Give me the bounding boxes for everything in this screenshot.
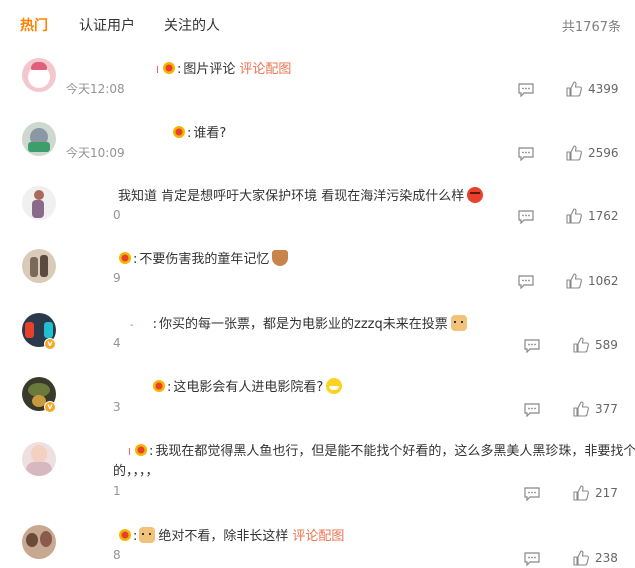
like-count: 377 <box>595 402 618 416</box>
tab-hot[interactable]: 热门 <box>20 15 48 35</box>
comment-text: 你买的每一张票，都是为电影业的zzzq未来在投票 <box>159 317 448 332</box>
doge-icon <box>450 315 467 331</box>
reply-icon[interactable] <box>524 552 540 566</box>
comment-text: 图片评论 <box>183 62 236 77</box>
comment-content: : 绝对不看，除非长这样 评论配图 <box>118 525 344 544</box>
avatar[interactable] <box>22 186 56 220</box>
comment-content: : 不要伤害我的童年记忆 <box>118 248 289 267</box>
thumbs-up-icon <box>566 81 582 97</box>
shy-face-icon <box>272 250 289 266</box>
comment-time: 1 <box>113 484 121 498</box>
tab-following[interactable]: 关注的人 <box>164 15 220 35</box>
comment-content: -: 你买的每一张票，都是为电影业的zzzq未来在投票 <box>130 313 467 332</box>
user-name-fragment[interactable]: I <box>128 447 131 458</box>
thumbs-up-icon <box>573 401 589 417</box>
comment-text: 谁看? <box>193 126 227 141</box>
comment-content: 我知道 肯定是想呼吁大家保护环境 看现在海洋污染成什么样 <box>118 185 484 204</box>
reply-icon[interactable] <box>524 403 540 417</box>
comment-text: 不要伤害我的童年记忆 <box>139 252 270 267</box>
reply-icon[interactable] <box>518 210 534 224</box>
crown-badge-icon <box>134 444 147 456</box>
avatar[interactable] <box>22 58 56 92</box>
avatar[interactable] <box>22 122 56 156</box>
thumbs-up-icon <box>573 485 589 501</box>
comment-time: 9 <box>113 271 121 285</box>
reply-icon[interactable] <box>518 83 534 97</box>
comment-time: 今天10:09 <box>66 146 125 160</box>
user-name-fragment[interactable]: I <box>156 65 159 76</box>
verified-badge-icon: v <box>44 401 56 413</box>
comment-time: 今天12:08 <box>66 82 125 96</box>
comment-content: : 这电影会有人进电影院看? <box>152 376 343 395</box>
thumbs-up-icon <box>573 550 589 566</box>
doge-icon <box>139 527 156 543</box>
thumbs-up-icon <box>566 208 582 224</box>
reply-icon[interactable] <box>518 147 534 161</box>
thumbs-up-icon <box>566 273 582 289</box>
angry-face-icon <box>467 187 484 203</box>
thumbs-up-icon <box>566 145 582 161</box>
avatar[interactable] <box>22 442 56 476</box>
crown-badge-icon <box>173 126 185 138</box>
laughing-face-icon <box>326 378 343 394</box>
like-count: 1062 <box>588 274 619 288</box>
verified-badge-icon: v <box>44 338 56 350</box>
comment-text: 这电影会有人进电影院看? <box>173 380 324 395</box>
reply-icon[interactable] <box>524 339 540 353</box>
crown-badge-icon <box>162 62 175 74</box>
crown-badge-icon <box>153 380 165 392</box>
user-name-fragment[interactable]: - <box>130 320 134 331</box>
like-count: 238 <box>595 551 618 565</box>
comment-tabs: 热门 认证用户 关注的人 共1767条 <box>0 0 635 46</box>
avatar[interactable] <box>22 249 56 283</box>
comment-content: I: 图片评论 评论配图 <box>156 62 292 77</box>
comment-text: 我现在都觉得黑人鱼也行，但是能不能找个好看的，这么多黑美人黑珍珠，非要找个 <box>155 444 635 459</box>
comment-text: 绝对不看，除非长这样 <box>158 529 289 544</box>
comment-time: 4 <box>113 336 121 350</box>
reply-icon[interactable] <box>524 487 540 501</box>
avatar[interactable] <box>22 525 56 559</box>
like-count: 2596 <box>588 146 619 160</box>
tab-verified-users[interactable]: 认证用户 <box>79 15 135 35</box>
comment-total-count: 共1767条 <box>561 20 621 35</box>
thumbs-up-icon <box>573 337 589 353</box>
like-count: 1762 <box>588 209 619 223</box>
comment-content: I: 我现在都觉得黑人鱼也行，但是能不能找个好看的，这么多黑美人黑珍珠，非要找个 <box>128 444 635 459</box>
comment-text: 我知道 肯定是想呼吁大家保护环境 看现在海洋污染成什么样 <box>118 189 465 204</box>
reply-icon[interactable] <box>518 275 534 289</box>
crown-badge-icon <box>119 252 131 264</box>
comment-content-continued: 的，，，， <box>113 464 159 479</box>
comment-image-link[interactable]: 评论配图 <box>292 529 344 544</box>
comment-time: 8 <box>113 548 121 562</box>
comment-time: 0 <box>113 208 121 222</box>
like-count: 4399 <box>588 82 619 96</box>
comment-content: : 谁看? <box>172 122 226 141</box>
comment-time: 3 <box>113 400 121 414</box>
crown-badge-icon <box>119 529 131 541</box>
like-count: 217 <box>595 486 618 500</box>
like-count: 589 <box>595 338 618 352</box>
comment-image-link[interactable]: 评论配图 <box>239 62 291 77</box>
